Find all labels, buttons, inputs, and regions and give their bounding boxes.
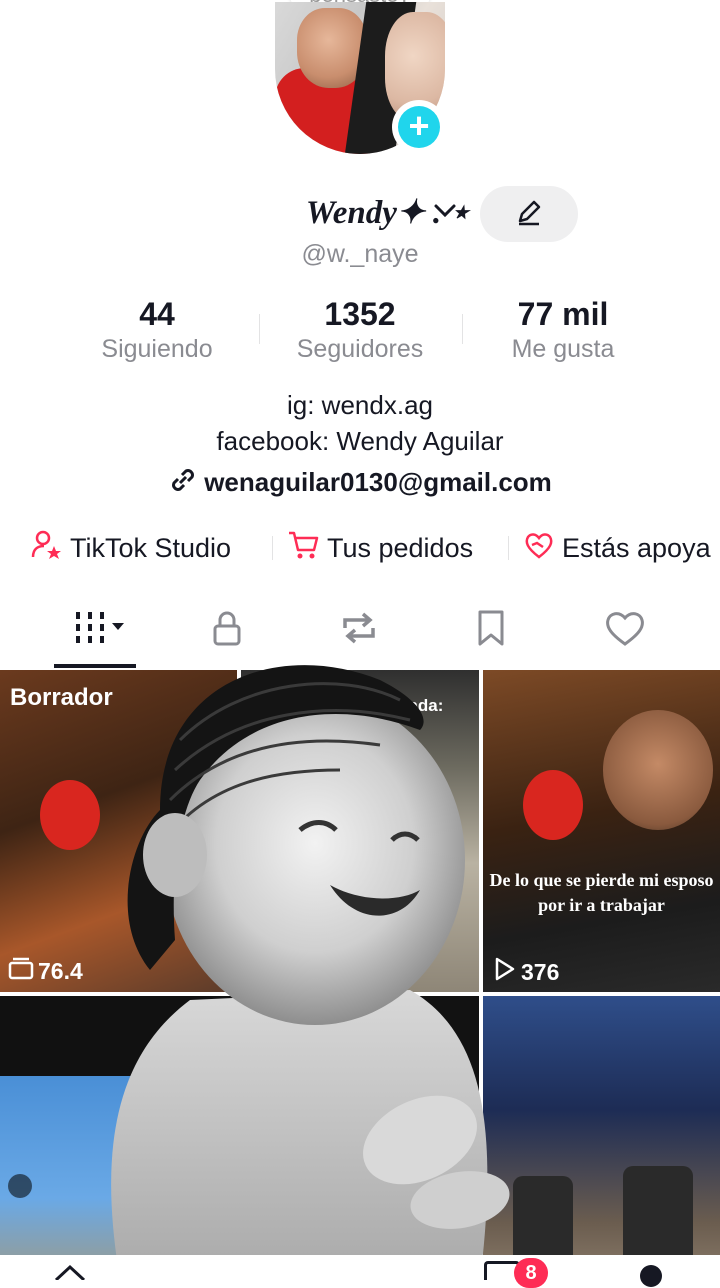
tab-liked[interactable] bbox=[590, 608, 660, 652]
stat-label: Me gusta bbox=[511, 335, 615, 363]
person-star-icon bbox=[30, 528, 64, 569]
stat-value: 77 mil bbox=[517, 296, 609, 332]
tiktok-studio-button[interactable]: TikTok Studio bbox=[30, 528, 231, 569]
thumbnail-face bbox=[603, 710, 713, 830]
pinned-icon bbox=[8, 1174, 32, 1198]
orders-button[interactable]: Tus pedidos bbox=[287, 528, 473, 569]
profile-handle: @w._naye bbox=[301, 240, 419, 268]
profile-nav-icon[interactable] bbox=[640, 1265, 662, 1287]
chevron-down-icon[interactable] bbox=[432, 198, 458, 231]
thumbnail-boot bbox=[513, 1176, 573, 1266]
view-count: 76.4 bbox=[8, 956, 83, 986]
add-story-button[interactable]: + bbox=[392, 100, 446, 154]
tool-divider bbox=[272, 536, 273, 560]
drafts-icon bbox=[8, 956, 34, 986]
tool-divider bbox=[508, 536, 509, 560]
tool-label: TikTok Studio bbox=[70, 533, 232, 563]
stat-likes[interactable]: 77 mil Me gusta bbox=[463, 296, 663, 364]
edit-profile-button[interactable] bbox=[480, 186, 578, 242]
tool-label: Tus pedidos bbox=[327, 533, 474, 563]
tool-label: Estás apoya bbox=[562, 533, 711, 563]
stat-value: 44 bbox=[139, 296, 175, 332]
stat-followers[interactable]: 1352 Seguidores bbox=[260, 296, 460, 364]
bio-line: facebook: Wendy Aguilar bbox=[216, 426, 504, 456]
pencil-icon bbox=[514, 197, 544, 232]
bio-link[interactable]: wenaguilar0130@gmail.com bbox=[0, 465, 720, 502]
home-icon[interactable] bbox=[52, 1263, 88, 1285]
stat-value: 1352 bbox=[324, 296, 396, 332]
creator-tools-row: TikTok Studio Tus pedidos Estás apoya bbox=[0, 528, 720, 568]
plus-icon: + bbox=[398, 106, 440, 148]
heart-outline-icon bbox=[603, 608, 647, 653]
baby-sticker-image bbox=[80, 640, 520, 1280]
link-icon bbox=[168, 465, 198, 502]
thumbnail-boot bbox=[623, 1166, 693, 1266]
view-count-text: 376 bbox=[521, 958, 560, 985]
profile-name: Wendy✦ . ⋆ bbox=[305, 195, 470, 231]
bio-link-text: wenaguilar0130@gmail.com bbox=[204, 467, 552, 497]
stat-label: Siguiendo bbox=[101, 335, 213, 363]
stat-following[interactable]: 44 Siguiendo bbox=[57, 296, 257, 364]
support-button[interactable]: Estás apoya bbox=[522, 528, 711, 569]
cart-icon bbox=[287, 528, 321, 569]
thumbnail-figure bbox=[523, 770, 583, 840]
bottom-nav bbox=[0, 1255, 720, 1287]
inbox-badge: 8 bbox=[514, 1258, 548, 1288]
view-count-text: 76.4 bbox=[38, 957, 83, 984]
heart-hand-icon bbox=[522, 528, 556, 569]
stat-label: Seguidores bbox=[296, 335, 424, 363]
bio-line: ig: wendx.ag bbox=[287, 390, 433, 420]
